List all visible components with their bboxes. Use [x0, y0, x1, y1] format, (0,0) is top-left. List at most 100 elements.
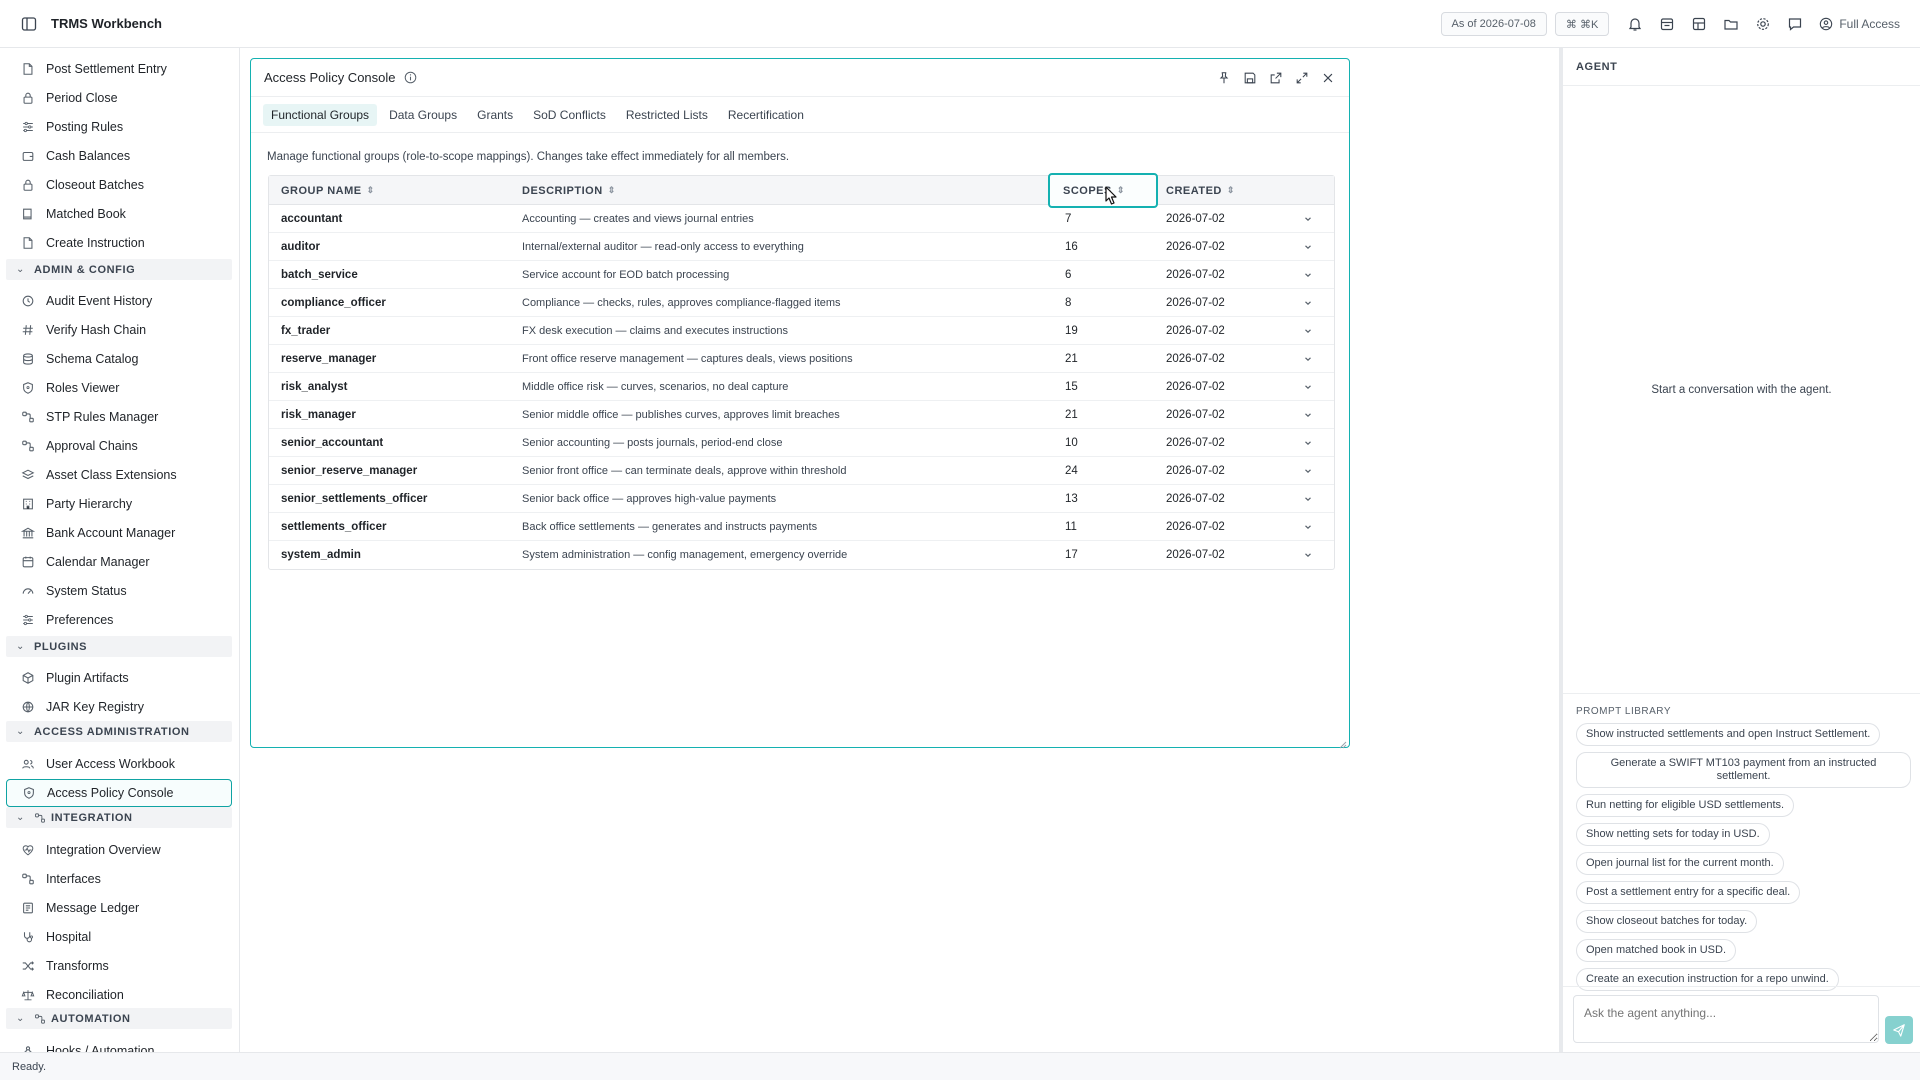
column-header-created[interactable]: CREATED ⇕ [1166, 176, 1235, 205]
sidebar-item-asset-class-extensions[interactable]: Asset Class Extensions [6, 461, 232, 489]
chevron-down-icon[interactable] [1303, 233, 1313, 261]
table-row[interactable]: system_admin System administration — conf… [269, 541, 1334, 569]
prompt-chip[interactable]: Run netting for eligible USD settlements… [1576, 794, 1795, 817]
pin-icon[interactable] [1211, 65, 1237, 91]
sidebar-item-jar-key-registry[interactable]: JAR Key Registry [6, 693, 232, 721]
layout-icon[interactable] [1683, 8, 1715, 40]
folder-icon[interactable] [1715, 8, 1747, 40]
prompt-chip[interactable]: Show instructed settlements and open Ins… [1576, 723, 1881, 746]
table-row[interactable]: compliance_officer Compliance — checks, r… [269, 289, 1334, 317]
sidebar-item-system-status[interactable]: System Status [6, 577, 232, 605]
sidebar-item-audit-event-history[interactable]: Audit Event History [6, 287, 232, 315]
as-of-date[interactable]: As of 2026-07-08 [1440, 12, 1547, 36]
sidebar-item-party-hierarchy[interactable]: Party Hierarchy [6, 490, 232, 518]
sidebar-item-hooks-automation[interactable]: Hooks / Automation [6, 1037, 232, 1052]
chevron-down-icon[interactable] [1303, 485, 1313, 513]
sidebar-section-automation[interactable]: ⌄ AUTOMATION [6, 1008, 232, 1029]
sidebar-item-preferences[interactable]: Preferences [6, 606, 232, 634]
tab-sod-conflicts[interactable]: SoD Conflicts [525, 104, 614, 126]
sidebar-toggle-icon[interactable] [19, 14, 39, 34]
prompt-chip[interactable]: Generate a SWIFT MT103 payment from an i… [1576, 752, 1911, 788]
prompt-chip[interactable]: Show netting sets for today in USD. [1576, 823, 1770, 846]
prompt-chip[interactable]: Open journal list for the current month. [1576, 852, 1784, 875]
sidebar-item-transforms[interactable]: Transforms [6, 952, 232, 980]
maximize-icon[interactable] [1289, 65, 1315, 91]
chevron-down-icon[interactable] [1303, 513, 1313, 541]
table-row[interactable]: settlements_officer Back office settlemen… [269, 513, 1334, 541]
sidebar-item-matched-book[interactable]: Matched Book [6, 200, 232, 228]
sidebar-item-schema-catalog[interactable]: Schema Catalog [6, 345, 232, 373]
sidebar-item-message-ledger[interactable]: Message Ledger [6, 894, 232, 922]
chevron-down-icon[interactable] [1303, 345, 1313, 373]
tab-functional-groups[interactable]: Functional Groups [263, 103, 378, 126]
sidebar-item-interfaces[interactable]: Interfaces [6, 865, 232, 893]
table-row[interactable]: batch_service Service account for EOD bat… [269, 261, 1334, 289]
sidebar-section-integration[interactable]: ⌄ INTEGRATION [6, 807, 232, 828]
table-row[interactable]: reserve_manager Front office reserve mana… [269, 345, 1334, 373]
gear-icon[interactable] [1747, 8, 1779, 40]
chevron-down-icon[interactable] [1303, 401, 1313, 429]
sidebar-item-label: Reconciliation [46, 988, 124, 1002]
column-header-description[interactable]: DESCRIPTION ⇕ [522, 176, 616, 205]
sidebar-section-access-administration[interactable]: ⌄ ACCESS ADMINISTRATION [6, 721, 232, 742]
sidebar-item-approval-chains[interactable]: Approval Chains [6, 432, 232, 460]
sidebar-item-plugin-artifacts[interactable]: Plugin Artifacts [6, 664, 232, 692]
table-row[interactable]: risk_manager Senior middle office — publi… [269, 401, 1334, 429]
resize-grip-icon[interactable] [1339, 737, 1347, 749]
prompt-chip[interactable]: Post a settlement entry for a specific d… [1576, 881, 1801, 904]
chevron-down-icon[interactable] [1303, 205, 1313, 233]
calendar-icon[interactable] [1651, 8, 1683, 40]
tab-grants[interactable]: Grants [469, 104, 521, 126]
tab-recertification[interactable]: Recertification [720, 104, 812, 126]
sidebar-section-plugins[interactable]: ⌄ PLUGINS [6, 636, 232, 657]
sidebar-item-integration-overview[interactable]: Integration Overview [6, 836, 232, 864]
prompt-chip[interactable]: Open matched book in USD. [1576, 939, 1737, 962]
bell-icon[interactable] [1619, 8, 1651, 40]
close-icon[interactable] [1315, 65, 1341, 91]
chat-icon[interactable] [1779, 8, 1811, 40]
sidebar-section-admin-config[interactable]: ⌄ ADMIN & CONFIG [6, 259, 232, 280]
table-row[interactable]: senior_accountant Senior accounting — pos… [269, 429, 1334, 457]
save-icon[interactable] [1237, 65, 1263, 91]
table-row[interactable]: senior_settlements_officer Senior back of… [269, 485, 1334, 513]
sidebar-item-bank-account-manager[interactable]: Bank Account Manager [6, 519, 232, 547]
table-row[interactable]: senior_reserve_manager Senior front offic… [269, 457, 1334, 485]
tab-restricted-lists[interactable]: Restricted Lists [618, 104, 716, 126]
table-row[interactable]: risk_analyst Middle office risk — curves,… [269, 373, 1334, 401]
sidebar-item-roles-viewer[interactable]: Roles Viewer [6, 374, 232, 402]
table-row[interactable]: auditor Internal/external auditor — read-… [269, 233, 1334, 261]
sidebar-item-create-instruction[interactable]: Create Instruction [6, 229, 232, 257]
table-row[interactable]: accountant Accounting — creates and views… [269, 205, 1334, 233]
chevron-down-icon[interactable] [1303, 289, 1313, 317]
tab-data-groups[interactable]: Data Groups [381, 104, 465, 126]
sidebar-item-posting-rules[interactable]: Posting Rules [6, 113, 232, 141]
external-link-icon[interactable] [1263, 65, 1289, 91]
webhook-icon [20, 1043, 36, 1052]
sidebar-item-closeout-batches[interactable]: Closeout Batches [6, 171, 232, 199]
full-access-badge[interactable]: Full Access [1819, 17, 1900, 31]
chevron-down-icon[interactable] [1303, 261, 1313, 289]
command-palette-shortcut[interactable]: ⌘ ⌘K [1554, 12, 1610, 36]
sidebar-item-user-access-workbook[interactable]: User Access Workbook [6, 750, 232, 778]
sidebar-item-reconciliation[interactable]: Reconciliation [6, 981, 232, 1009]
chevron-down-icon[interactable] [1303, 373, 1313, 401]
send-button[interactable] [1885, 1016, 1913, 1044]
chevron-down-icon[interactable] [1303, 541, 1313, 569]
sidebar-item-post-settlement-entry[interactable]: Post Settlement Entry [6, 55, 232, 83]
chevron-down-icon[interactable] [1303, 457, 1313, 485]
prompt-chip[interactable]: Show closeout batches for today. [1576, 910, 1758, 933]
sidebar-section-label: PLUGINS [34, 640, 88, 653]
column-header-group-name[interactable]: GROUP NAME ⇕ [281, 176, 375, 205]
info-icon[interactable] [404, 71, 417, 84]
sidebar-item-hospital[interactable]: Hospital [6, 923, 232, 951]
sidebar-item-cash-balances[interactable]: Cash Balances [6, 142, 232, 170]
sidebar-item-verify-hash-chain[interactable]: Verify Hash Chain [6, 316, 232, 344]
sidebar-item-period-close[interactable]: Period Close [6, 84, 232, 112]
sidebar-item-stp-rules-manager[interactable]: STP Rules Manager [6, 403, 232, 431]
table-row[interactable]: fx_trader FX desk execution — claims and … [269, 317, 1334, 345]
sidebar-item-calendar-manager[interactable]: Calendar Manager [6, 548, 232, 576]
chevron-down-icon[interactable] [1303, 429, 1313, 457]
sidebar-item-access-policy-console[interactable]: Access Policy Console [6, 779, 232, 807]
chevron-down-icon[interactable] [1303, 317, 1313, 345]
agent-input[interactable] [1573, 995, 1879, 1043]
